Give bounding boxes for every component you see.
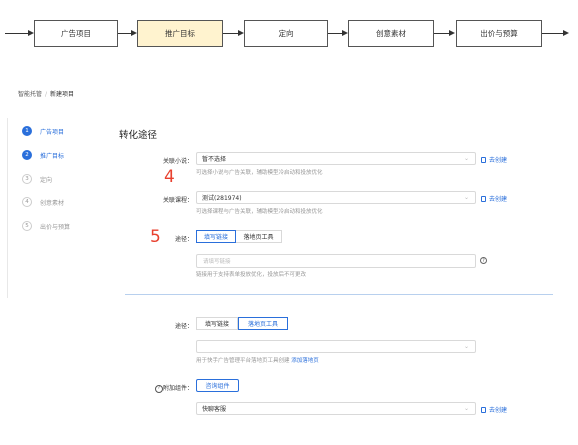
- flow-arrow-5: [563, 30, 569, 36]
- flow-step-creative[interactable]: 创意素材: [348, 20, 434, 47]
- sidebar-step-label: 创意素材: [40, 199, 65, 207]
- document-icon: [481, 406, 486, 413]
- step-number-badge: 4: [22, 197, 32, 207]
- path-label: 途径：: [174, 236, 193, 243]
- section-divider: [125, 294, 553, 295]
- novel-label: 关联小说：: [162, 158, 193, 165]
- sidebar-step-bid-budget[interactable]: 5 出价与预算: [22, 221, 70, 231]
- flow-step-label: 广告项目: [61, 29, 91, 38]
- step-number-badge: 5: [22, 221, 32, 231]
- breadcrumb-root[interactable]: 智能托管: [18, 91, 42, 98]
- flow-step-ad-project[interactable]: 广告项目: [34, 20, 118, 47]
- component-create-link[interactable]: 去创建: [481, 405, 507, 414]
- flow-step-label: 推广目标: [165, 29, 195, 38]
- chevron-down-icon: ⌄: [463, 194, 469, 201]
- course-select-value: 测试(281974): [202, 195, 242, 202]
- document-icon: [481, 195, 486, 202]
- url-hint: 链接用于支持表单投放优化，投放后不可更改: [196, 272, 307, 278]
- section-title: 转化途径: [119, 130, 158, 141]
- sidebar-step-creative[interactable]: 4 创意素材: [22, 197, 64, 207]
- annotation-number-4: 4: [164, 167, 175, 187]
- url-input[interactable]: 请填写链接: [196, 254, 476, 268]
- flow-line-1: [118, 33, 132, 34]
- step-number-badge: 1: [22, 126, 32, 136]
- sidebar-step-label: 广告项目: [40, 128, 65, 136]
- course-create-link[interactable]: 去创建: [481, 194, 507, 203]
- create-link-label: 去创建: [489, 196, 508, 203]
- chevron-down-icon: ⌄: [463, 155, 469, 162]
- sidebar-step-promotion-goal[interactable]: 2 推广目标: [22, 150, 64, 160]
- novel-select-value: 暂不选择: [202, 156, 227, 163]
- flow-step-promotion-goal[interactable]: 推广目标: [137, 20, 223, 47]
- sidebar-step-ad-project[interactable]: 1 广告项目: [22, 126, 64, 136]
- flow-step-label: 定向: [278, 29, 294, 38]
- path-toggle-group: 填写链接 落地页工具: [196, 317, 288, 330]
- create-link-label: 去创建: [489, 157, 508, 164]
- path-label: 途径：: [174, 323, 193, 330]
- component-label: 附加组件：: [162, 385, 193, 392]
- component-label-group: ? 附加组件：: [130, 383, 193, 393]
- sidebar-step-label: 出价与预算: [40, 223, 71, 231]
- flow-line-5: [542, 33, 564, 34]
- novel-hint: 可选择小说与广告关联，辅助模型冷启动和投放优化: [196, 170, 323, 176]
- novel-select[interactable]: 暂不选择 ⌄: [196, 152, 476, 165]
- flow-line-2: [223, 33, 239, 34]
- path-option-link[interactable]: 填写链接: [196, 317, 238, 330]
- breadcrumb-separator: /: [45, 91, 48, 98]
- step-number-badge: 2: [22, 150, 32, 160]
- customer-service-value: 快聊客服: [202, 406, 227, 413]
- flow-step-bid-budget[interactable]: 出价与预算: [456, 20, 542, 47]
- consult-component-button[interactable]: 咨询组件: [196, 379, 239, 392]
- create-link-label: 去创建: [489, 407, 508, 414]
- novel-create-link[interactable]: 去创建: [481, 155, 507, 164]
- help-icon[interactable]: ?: [480, 257, 487, 264]
- add-landing-page-link[interactable]: 添加落地页: [291, 358, 319, 364]
- help-icon[interactable]: ?: [154, 384, 163, 393]
- breadcrumb: 智能托管 / 新建项目: [18, 89, 74, 98]
- flow-line-4: [434, 33, 450, 34]
- flow-arrow-4: [449, 30, 455, 36]
- customer-service-select[interactable]: 快聊客服 ⌄: [196, 402, 476, 415]
- landing-page-select[interactable]: ⌄: [196, 340, 476, 353]
- landing-page-hint: 用于快手广告管理平台落地页工具创建 添加落地页: [196, 356, 319, 364]
- path-option-landing-tool[interactable]: 落地页工具: [236, 230, 282, 243]
- course-select[interactable]: 测试(281974) ⌄: [196, 191, 476, 204]
- document-icon: [481, 156, 486, 163]
- flow-line-3: [328, 33, 343, 34]
- flow-step-label: 出价与预算: [480, 29, 518, 38]
- sidebar-step-label: 推广目标: [40, 152, 65, 160]
- course-label: 关联课程：: [162, 197, 193, 204]
- sidebar-divider: [7, 118, 8, 298]
- sidebar-step-label: 定向: [40, 176, 53, 184]
- landing-hint-text: 用于快手广告管理平台落地页工具创建: [196, 358, 290, 364]
- sidebar-step-targeting[interactable]: 3 定向: [22, 174, 52, 184]
- path-toggle-group: 填写链接 落地页工具: [196, 230, 282, 243]
- chevron-down-icon: ⌄: [463, 405, 469, 412]
- path-option-link[interactable]: 填写链接: [196, 230, 236, 243]
- flow-step-targeting[interactable]: 定向: [244, 20, 328, 47]
- flow-step-label: 创意素材: [376, 29, 406, 38]
- step-number-badge: 3: [22, 174, 32, 184]
- flow-line-0: [5, 33, 30, 34]
- chevron-down-icon: ⌄: [463, 343, 469, 350]
- path-option-landing-tool[interactable]: 落地页工具: [238, 317, 288, 330]
- course-hint: 可选择课程与广告关联，辅助模型冷启动和投放优化: [196, 209, 323, 215]
- breadcrumb-current: 新建项目: [50, 91, 75, 98]
